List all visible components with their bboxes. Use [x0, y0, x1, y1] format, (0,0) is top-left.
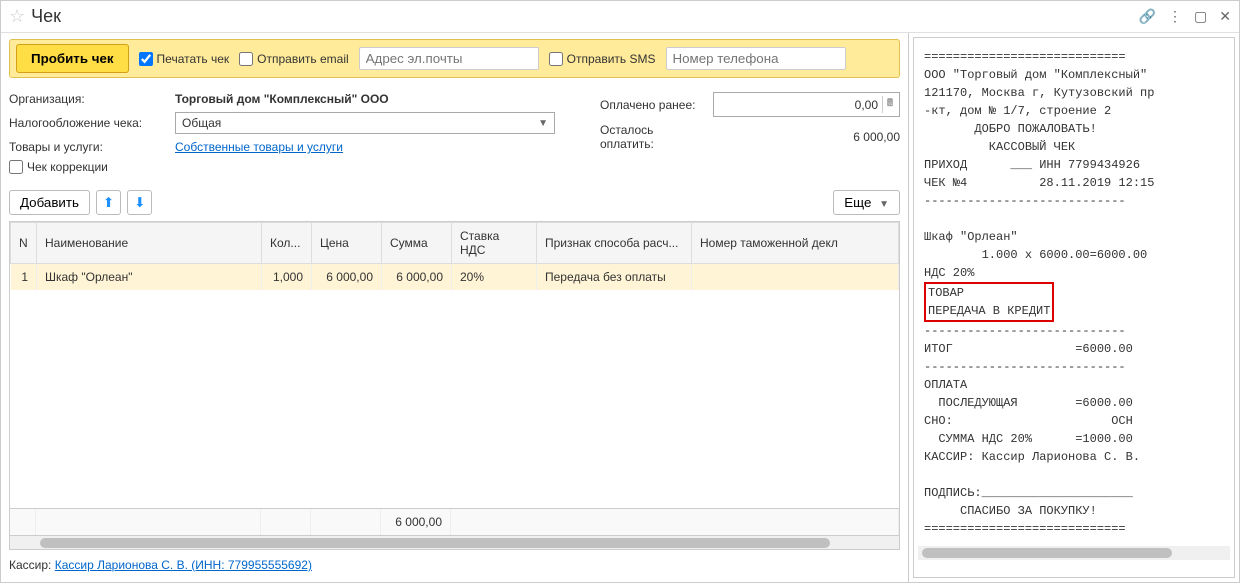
paid-input[interactable]: 0,00 🖩: [713, 92, 900, 117]
tax-label: Налогообложение чека:: [9, 116, 167, 130]
col-name[interactable]: Наименование: [37, 223, 262, 264]
org-value: Торговый дом "Комплексный" ООО: [175, 92, 389, 106]
col-n[interactable]: N: [11, 223, 37, 264]
highlighted-tovar: ТОВАР ПЕРЕДАЧА В КРЕДИТ: [924, 282, 1054, 322]
more-icon[interactable]: ⋮: [1168, 8, 1182, 25]
dropdown-arrow-icon: ▼: [538, 118, 548, 129]
chevron-down-icon: ▼: [879, 199, 889, 210]
footer-sum: 6 000,00: [381, 509, 451, 535]
cashier-footer: Кассир: Кассир Ларионова С. В. (ИНН: 779…: [9, 550, 900, 576]
cell-name[interactable]: Шкаф "Орлеан": [37, 264, 262, 291]
left-pane: Пробить чек Печатать чек Отправить email…: [1, 33, 909, 582]
send-email-input[interactable]: [239, 52, 253, 66]
items-table: N Наименование Кол... Цена Сумма Ставка …: [9, 221, 900, 550]
goods-label: Товары и услуги:: [9, 140, 167, 154]
goods-link[interactable]: Собственные товары и услуги: [175, 140, 343, 154]
more-button[interactable]: Еще ▼: [833, 190, 900, 215]
favorite-star-icon[interactable]: ☆: [9, 6, 25, 27]
calculator-icon[interactable]: 🖩: [882, 96, 893, 113]
correction-checkbox[interactable]: Чек коррекции: [9, 160, 108, 174]
more-label: Еще: [844, 195, 871, 210]
window-controls: 🔗 ⋮ ▢ ✕: [1139, 8, 1231, 25]
table-footer: 6 000,00: [10, 508, 899, 535]
email-field[interactable]: [359, 47, 539, 70]
cell-vat[interactable]: 20%: [452, 264, 537, 291]
cell-sum[interactable]: 6 000,00: [382, 264, 452, 291]
print-check-label: Печатать чек: [157, 52, 230, 66]
col-sum[interactable]: Сумма: [382, 223, 452, 264]
receipt-text: ============================ ООО "Торгов…: [918, 44, 1230, 542]
form-left-column: Организация: Торговый дом "Комплексный" …: [9, 86, 570, 180]
paid-row: Оплачено ранее: 0,00 🖩: [600, 92, 900, 117]
window-title: Чек: [31, 6, 1138, 27]
receipt-preview: ============================ ООО "Торгов…: [913, 37, 1235, 578]
cell-price[interactable]: 6 000,00: [312, 264, 382, 291]
link-icon[interactable]: 🔗: [1139, 8, 1156, 25]
col-method[interactable]: Признак способа расч...: [537, 223, 692, 264]
check-window: ☆ Чек 🔗 ⋮ ▢ ✕ Пробить чек Печатать чек О…: [0, 0, 1240, 583]
remain-label: Осталось оплатить:: [600, 123, 708, 151]
remain-row: Осталось оплатить: 6 000,00: [600, 123, 900, 151]
form-right-column: Оплачено ранее: 0,00 🖩 Осталось оплатить…: [600, 86, 900, 180]
goods-row: Товары и услуги: Собственные товары и ус…: [9, 140, 570, 154]
cell-decl[interactable]: [692, 264, 899, 291]
maximize-icon[interactable]: ▢: [1194, 8, 1207, 25]
correction-input[interactable]: [9, 160, 23, 174]
titlebar: ☆ Чек 🔗 ⋮ ▢ ✕: [1, 1, 1239, 33]
send-email-label: Отправить email: [257, 52, 349, 66]
paid-label: Оплачено ранее:: [600, 98, 705, 112]
move-up-button[interactable]: ⬆: [96, 190, 121, 215]
action-toolbar: Пробить чек Печатать чек Отправить email…: [9, 39, 900, 78]
close-icon[interactable]: ✕: [1219, 8, 1231, 25]
col-price[interactable]: Цена: [312, 223, 382, 264]
cell-method[interactable]: Передача без оплаты: [537, 264, 692, 291]
content-area: Пробить чек Печатать чек Отправить email…: [1, 33, 1239, 582]
move-down-button[interactable]: ⬇: [127, 190, 152, 215]
horizontal-scrollbar[interactable]: [10, 535, 899, 549]
cell-n[interactable]: 1: [11, 264, 37, 291]
paid-value: 0,00: [855, 98, 878, 112]
col-qty[interactable]: Кол...: [262, 223, 312, 264]
phone-field[interactable]: [666, 47, 846, 70]
correction-label: Чек коррекции: [27, 160, 108, 174]
send-email-checkbox[interactable]: Отправить email: [239, 52, 349, 66]
print-check-checkbox[interactable]: Печатать чек: [139, 52, 230, 66]
print-check-input[interactable]: [139, 52, 153, 66]
send-sms-label: Отправить SMS: [567, 52, 656, 66]
table-header: N Наименование Кол... Цена Сумма Ставка …: [10, 222, 899, 290]
table-empty-area: [10, 290, 899, 508]
org-row: Организация: Торговый дом "Комплексный" …: [9, 92, 570, 106]
table-toolbar: Добавить ⬆ ⬇ Еще ▼: [9, 190, 900, 215]
table-row[interactable]: 1 Шкаф "Орлеан" 1,000 6 000,00 6 000,00 …: [11, 264, 899, 291]
scrollbar-thumb[interactable]: [40, 538, 830, 548]
org-label: Организация:: [9, 92, 167, 106]
send-sms-checkbox[interactable]: Отправить SMS: [549, 52, 656, 66]
correction-row: Чек коррекции: [9, 160, 570, 174]
receipt-scrollbar-thumb[interactable]: [922, 548, 1172, 558]
receipt-scrollbar[interactable]: [918, 546, 1230, 560]
cell-qty[interactable]: 1,000: [262, 264, 312, 291]
remain-value: 6 000,00: [716, 130, 900, 144]
punch-check-button[interactable]: Пробить чек: [16, 44, 129, 73]
tax-select[interactable]: Общая ▼: [175, 112, 555, 134]
tax-row: Налогообложение чека: Общая ▼: [9, 112, 570, 134]
col-vat[interactable]: Ставка НДС: [452, 223, 537, 264]
col-decl[interactable]: Номер таможенной декл: [692, 223, 899, 264]
cashier-link[interactable]: Кассир Ларионова С. В. (ИНН: 77995555569…: [55, 558, 312, 572]
add-button[interactable]: Добавить: [9, 190, 90, 215]
send-sms-input[interactable]: [549, 52, 563, 66]
tax-value: Общая: [182, 116, 221, 130]
form-area: Организация: Торговый дом "Комплексный" …: [9, 86, 900, 180]
cashier-label: Кассир:: [9, 558, 51, 572]
